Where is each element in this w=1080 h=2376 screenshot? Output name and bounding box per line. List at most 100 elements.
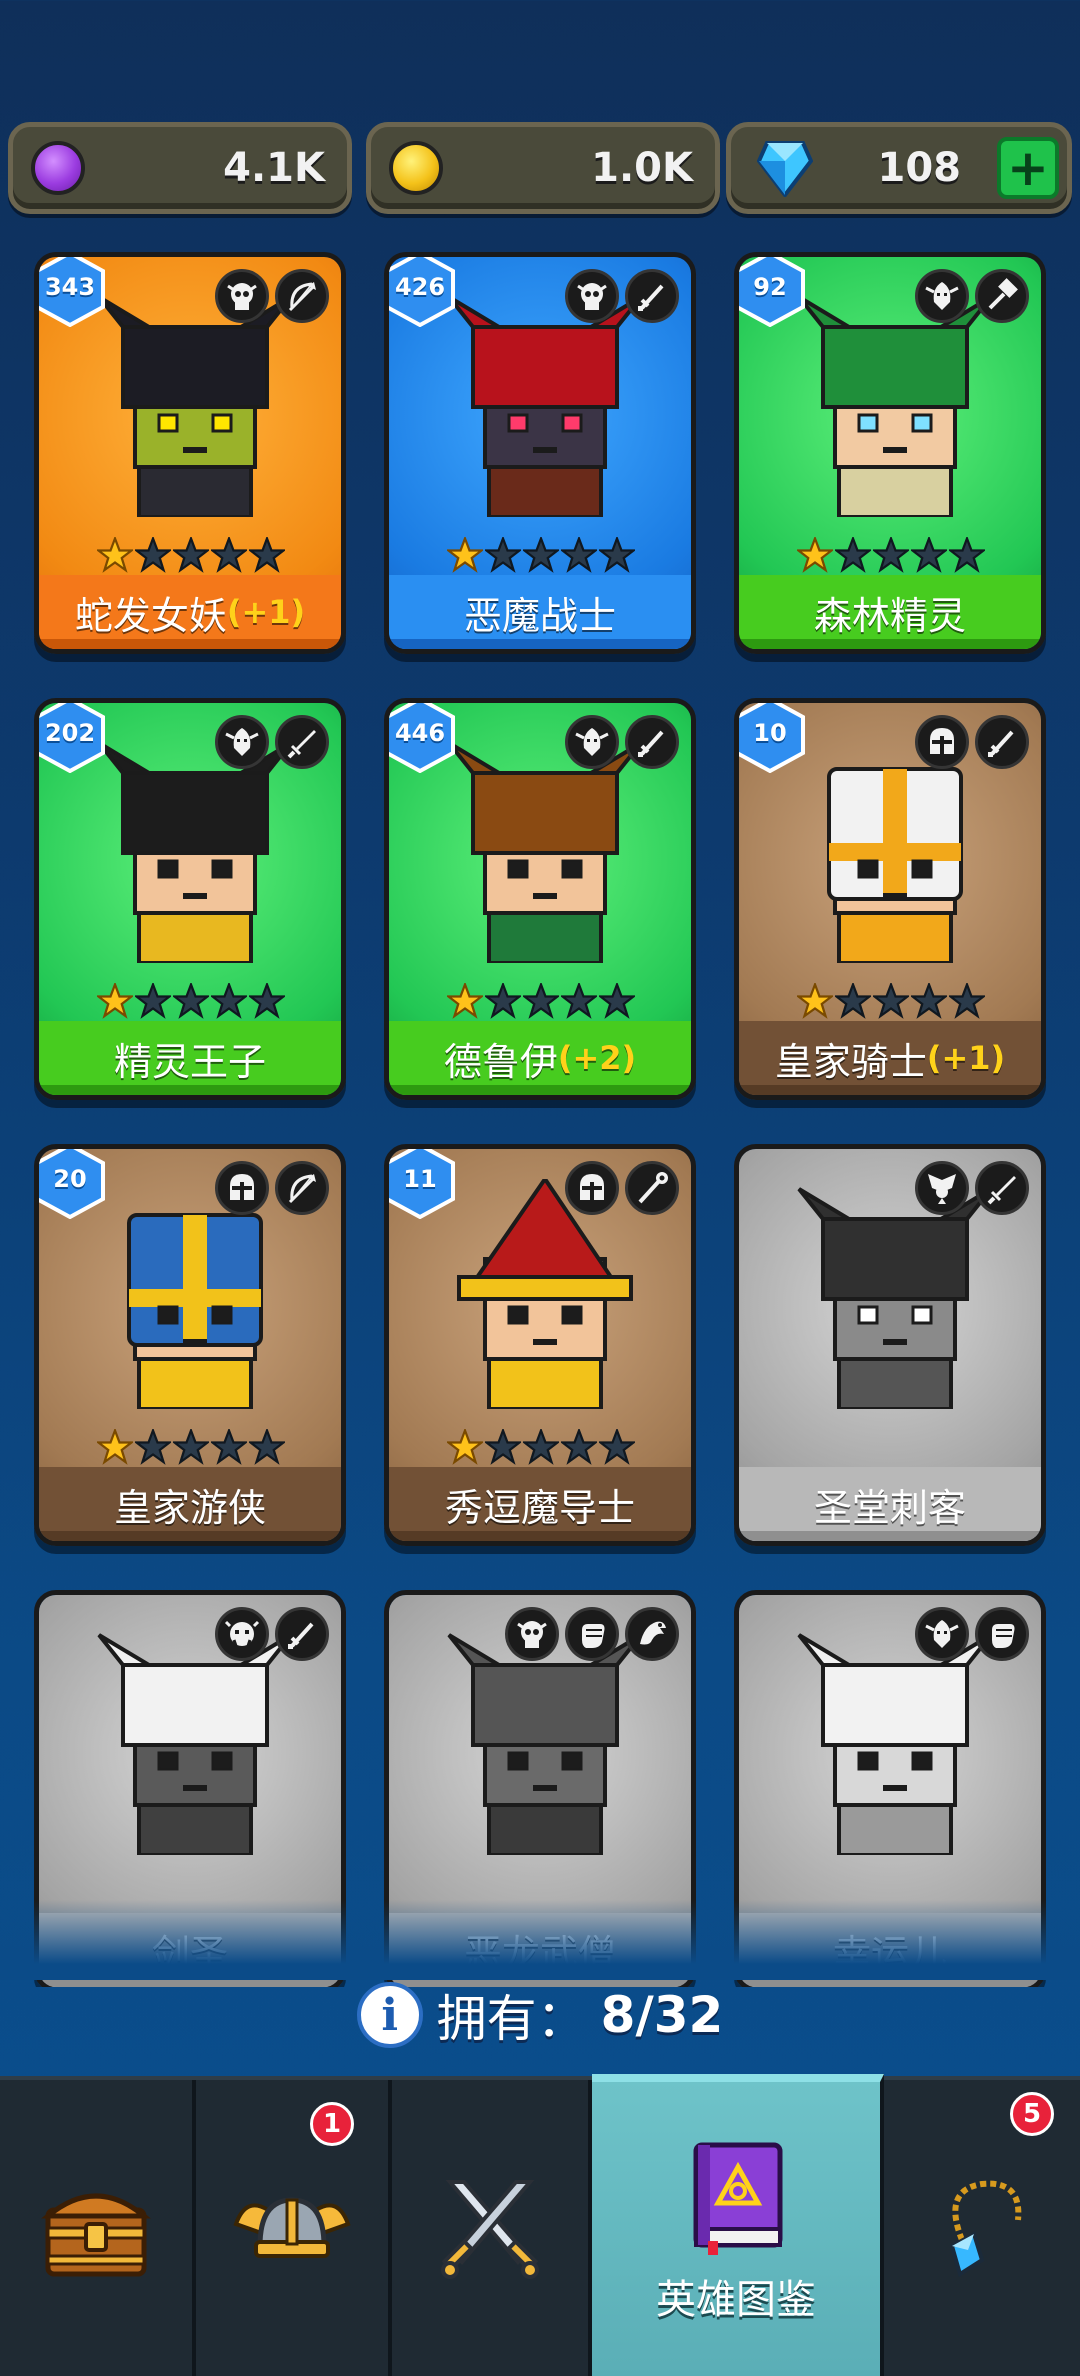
star-empty-icon <box>249 537 285 573</box>
hero-level: 10 <box>753 719 787 747</box>
hero-name-bar: 皇家游侠 <box>39 1467 341 1541</box>
star-empty-icon <box>949 537 985 573</box>
tab-collection-label: 英雄图鉴 <box>656 2277 816 2323</box>
elf-icon <box>215 715 269 769</box>
tab-heroes[interactable]: 1 <box>196 2080 392 2376</box>
level-badge: 343 <box>39 257 107 327</box>
hero-name-bar: 圣堂刺客 <box>739 1467 1041 1541</box>
hero-level: 92 <box>753 273 787 301</box>
star-rating <box>447 537 635 573</box>
star-rating <box>447 983 635 1019</box>
tab-shop[interactable] <box>0 2080 196 2376</box>
hero-level: 426 <box>394 273 446 301</box>
winged-icon <box>915 1161 969 1215</box>
add-gems-button[interactable]: + <box>997 137 1059 199</box>
star-empty-icon <box>135 537 171 573</box>
hero-name-bar: 恶魔战士 <box>389 575 691 649</box>
star-empty-icon <box>173 1429 209 1465</box>
elf-icon <box>915 269 969 323</box>
purple-coin-icon <box>31 141 85 195</box>
hero-grid: 343 蛇发女妖 (+1) 426 恶魔战士 92 森林精灵 202 精灵王子 446 德鲁… <box>34 252 1046 1987</box>
hero-card[interactable]: 10 皇家骑士 (+1) <box>734 698 1046 1100</box>
star-empty-icon <box>599 983 635 1019</box>
skull-icon <box>505 1607 559 1661</box>
hero-card[interactable]: 426 恶魔战士 <box>384 252 696 654</box>
hero-name: 精灵王子 <box>113 1039 266 1084</box>
owned-label: 拥有： <box>436 1990 587 2048</box>
hero-name-bar: 秀逗魔导士 <box>389 1467 691 1541</box>
amulet-icon <box>949 2180 1022 2278</box>
role-icons <box>915 1607 1029 1661</box>
level-badge: 92 <box>739 257 807 327</box>
star-filled-icon <box>797 983 833 1019</box>
info-icon[interactable]: i <box>356 1982 423 2048</box>
star-empty-icon <box>485 983 521 1019</box>
star-empty-icon <box>523 983 559 1019</box>
sword-icon <box>625 269 679 323</box>
star-empty-icon <box>911 983 947 1019</box>
hero-level: 11 <box>403 1165 437 1193</box>
star-filled-icon <box>447 1429 483 1465</box>
star-rating <box>447 1429 635 1465</box>
dagger-icon <box>975 1161 1029 1215</box>
helmet-icon <box>915 715 969 769</box>
star-empty-icon <box>873 983 909 1019</box>
gem-currency-pill[interactable]: 108 + <box>726 122 1072 214</box>
star-empty-icon <box>249 983 285 1019</box>
hero-name: 皇家骑士 <box>774 1039 927 1084</box>
hero-bonus: (+2) <box>557 1039 637 1077</box>
star-empty-icon <box>523 1429 559 1465</box>
star-empty-icon <box>561 537 597 573</box>
hero-name-bar: 森林精灵 <box>739 575 1041 649</box>
hero-card[interactable]: 92 森林精灵 <box>734 252 1046 654</box>
tab-collection[interactable]: 英雄图鉴 <box>592 2074 884 2376</box>
fist-icon <box>565 1607 619 1661</box>
hero-card[interactable]: 343 蛇发女妖 (+1) <box>34 252 346 654</box>
star-empty-icon <box>173 537 209 573</box>
hero-bonus: (+1) <box>226 593 306 631</box>
grid-fade <box>0 1900 1080 1980</box>
star-empty-icon <box>599 1429 635 1465</box>
treasure-chest-icon <box>41 2193 151 2277</box>
hero-level: 343 <box>44 273 96 301</box>
star-rating <box>797 983 985 1019</box>
staff-icon <box>625 1161 679 1215</box>
tab-battle[interactable] <box>392 2080 592 2376</box>
elf-icon <box>915 1607 969 1661</box>
role-icons <box>215 715 329 769</box>
star-filled-icon <box>97 537 133 573</box>
sword-icon <box>975 715 1029 769</box>
hero-card[interactable]: 202 精灵王子 <box>34 698 346 1100</box>
star-empty-icon <box>135 983 171 1019</box>
tab-items[interactable]: 5 <box>884 2080 1080 2376</box>
helmet-icon <box>565 1161 619 1215</box>
star-empty-icon <box>249 1429 285 1465</box>
purple-currency-pill[interactable]: 4.1K <box>8 122 352 214</box>
hero-card[interactable]: 20 皇家游侠 <box>34 1144 346 1546</box>
hero-card[interactable]: 446 德鲁伊 (+2) <box>384 698 696 1100</box>
hero-card[interactable]: 圣堂刺客 <box>734 1144 1046 1546</box>
viking-helmet-icon <box>233 2197 351 2258</box>
role-icons <box>505 1607 679 1661</box>
hero-name: 森林精灵 <box>813 593 966 638</box>
star-filled-icon <box>97 1429 133 1465</box>
hero-name: 皇家游侠 <box>113 1485 266 1530</box>
star-empty-icon <box>523 537 559 573</box>
role-icons <box>915 269 1029 323</box>
items-badge: 5 <box>1010 2092 1054 2136</box>
gold-currency-value: 1.0K <box>591 145 693 191</box>
hero-name-bar: 精灵王子 <box>39 1021 341 1095</box>
star-empty-icon <box>949 983 985 1019</box>
star-empty-icon <box>873 537 909 573</box>
fist-icon <box>975 1607 1029 1661</box>
owned-counter: i 拥有： 8/32 <box>0 1980 1080 2050</box>
heroes-badge: 1 <box>310 2102 354 2146</box>
sword-icon <box>275 1607 329 1661</box>
hero-card[interactable]: 11 秀逗魔导士 <box>384 1144 696 1546</box>
gem-currency-value: 108 <box>877 145 962 191</box>
crossed-swords-icon <box>441 2180 539 2279</box>
hero-level: 202 <box>44 719 96 747</box>
bow-icon <box>275 269 329 323</box>
star-filled-icon <box>447 983 483 1019</box>
gold-currency-pill[interactable]: 1.0K <box>366 122 720 214</box>
